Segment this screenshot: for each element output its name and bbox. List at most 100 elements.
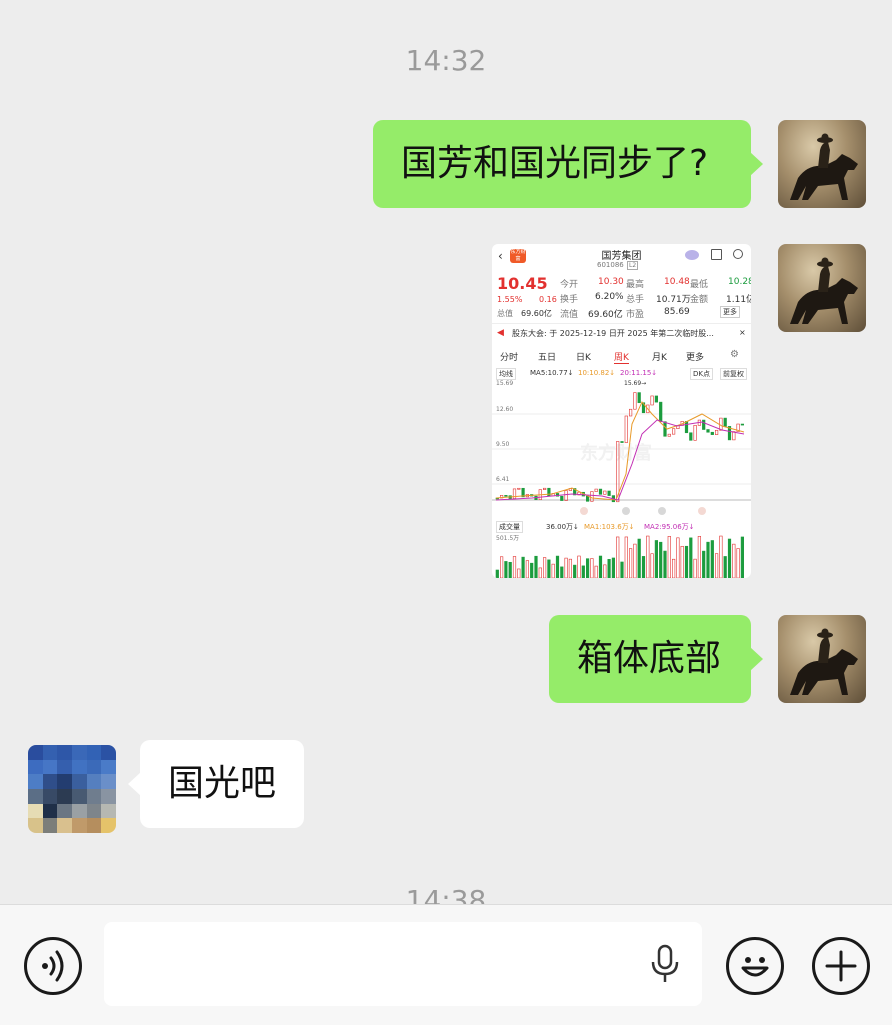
volume-ma1-label: MA1:103.6万↓ <box>584 523 635 531</box>
speaker-icon: ◀ <box>497 328 504 338</box>
candle <box>633 392 637 410</box>
emoji-button[interactable] <box>726 937 784 995</box>
volume-bar <box>547 559 551 578</box>
volume-bar <box>500 556 504 578</box>
code-tag: L2 <box>627 261 639 270</box>
message-input[interactable] <box>104 922 702 1006</box>
volume-bar <box>629 548 633 578</box>
candle <box>629 408 633 417</box>
volume-bar <box>564 557 568 578</box>
volume-bar <box>667 536 671 578</box>
volume-bar <box>542 557 547 578</box>
candle <box>598 488 603 495</box>
my-avatar[interactable] <box>778 244 866 332</box>
volume-bar <box>598 555 603 578</box>
tab-monthly-k[interactable]: 月K <box>652 350 667 363</box>
candle <box>672 428 676 435</box>
message-bubble-sent[interactable]: 箱体底部 <box>549 615 763 703</box>
notice-text[interactable]: 股东大会: 于 2025-12-19 日开 2025 年第二次临时股... <box>512 328 714 339</box>
horse-rider-icon <box>790 628 858 695</box>
candle <box>663 421 667 437</box>
volume-label: 总手 <box>626 295 645 305</box>
candle <box>659 401 663 422</box>
my-avatar[interactable] <box>778 615 866 703</box>
high-value: 10.48 <box>664 277 690 287</box>
volume-bar <box>521 556 525 578</box>
pe-value: 85.69 <box>664 307 690 317</box>
tab-daily-k[interactable]: 日K <box>576 350 591 363</box>
candle <box>715 429 719 435</box>
candle <box>504 495 508 497</box>
tab-more[interactable]: 更多 <box>686 350 704 363</box>
share-icon[interactable] <box>711 249 722 260</box>
signal-dot <box>580 507 588 515</box>
kline-chart[interactable] <box>492 384 751 519</box>
volume-bar <box>577 555 581 578</box>
signal-dot <box>622 507 630 515</box>
signal-dot <box>658 507 666 515</box>
volume-bar <box>684 545 689 578</box>
volume-bar <box>495 569 499 578</box>
voice-icon <box>42 950 64 982</box>
float-value: 69.60亿 <box>588 310 623 320</box>
volume-bar <box>702 550 706 578</box>
search-icon[interactable] <box>733 249 743 259</box>
volume-bar <box>568 558 572 578</box>
candle <box>650 395 654 406</box>
voice-button[interactable] <box>24 937 82 995</box>
contact-avatar[interactable] <box>28 745 116 833</box>
volume-bar <box>611 557 615 578</box>
volume-bar <box>551 563 555 578</box>
candle <box>702 419 706 430</box>
ma10-label: 10:10.82↓ <box>578 369 616 377</box>
my-avatar[interactable] <box>778 120 866 208</box>
volume-bar <box>680 545 684 578</box>
volume-bar <box>586 558 590 578</box>
mcap-label: 总值 <box>497 309 513 318</box>
pe-label: 市盈 <box>626 310 645 320</box>
change-value: 0.16 <box>539 295 557 304</box>
chat-area[interactable]: 14:32 国芳和国光同步了? ‹ 东方财富 国芳集团 601086 L2 10… <box>0 0 892 904</box>
volume-bar <box>560 566 564 578</box>
tab-weekly-k[interactable]: 周K <box>614 350 629 364</box>
adjust-button[interactable]: 前复权 <box>720 368 747 380</box>
turnover-value: 6.20% <box>595 292 624 302</box>
microphone-icon[interactable] <box>648 944 682 984</box>
volume-chart[interactable] <box>492 532 751 578</box>
volume-bar <box>715 553 719 578</box>
close-notice-icon[interactable]: × <box>739 328 746 337</box>
candle <box>667 433 671 437</box>
mcap-value: 69.60亿 <box>521 309 552 318</box>
candle <box>689 432 693 441</box>
volume-bar <box>581 565 585 578</box>
message-bubble-received[interactable]: 国光吧 <box>128 740 304 828</box>
settings-icon[interactable]: ⚙ <box>730 349 739 360</box>
candle <box>740 423 745 426</box>
candle <box>603 490 607 495</box>
candle <box>517 487 521 490</box>
open-value: 10.30 <box>598 277 624 287</box>
plus-button[interactable] <box>812 937 870 995</box>
volume-bar <box>508 561 512 578</box>
volume-bar <box>620 561 624 578</box>
stock-screenshot-image[interactable]: ‹ 东方财富 国芳集团 601086 L2 10.45 1.55% 0.16 总… <box>492 244 751 578</box>
horse-rider-icon <box>790 133 858 200</box>
volume-bar <box>646 535 650 578</box>
volume-bar <box>710 540 714 578</box>
volume-bar <box>504 561 508 578</box>
candle <box>654 395 659 403</box>
more-button[interactable]: 更多 <box>720 306 740 318</box>
dk-button[interactable]: DK点 <box>690 368 713 380</box>
ma20-label: 20:11.15↓ <box>620 369 658 377</box>
tab-fenshi[interactable]: 分时 <box>500 350 518 363</box>
ma-toggle[interactable]: 均线 <box>496 368 516 380</box>
candle <box>693 425 697 441</box>
volume-bar <box>641 556 646 578</box>
divider <box>492 323 751 324</box>
volume-bar <box>654 540 659 578</box>
tab-wuri[interactable]: 五日 <box>538 350 556 363</box>
candle <box>560 495 564 501</box>
volume-bar <box>637 538 641 578</box>
volume-bar <box>573 564 577 578</box>
message-bubble-sent[interactable]: 国芳和国光同步了? <box>373 120 763 208</box>
